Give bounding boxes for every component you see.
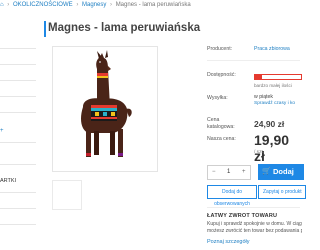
shipping-details-link[interactable]: Sprawdź czasy i ko xyxy=(254,101,295,106)
quantity-increment-button[interactable]: + xyxy=(242,169,246,175)
product-thumbnail[interactable] xyxy=(52,180,82,210)
shipping-value: w piątek xyxy=(254,94,274,100)
llama-magnet-image xyxy=(81,50,132,157)
title-accent-bar xyxy=(44,21,46,37)
our-price: 19,90 zł xyxy=(254,132,290,164)
producer-link[interactable]: Praca zbiorowa xyxy=(254,46,290,52)
returns-text: Kupuj i sprawdź spokojnie w domu. W ciąg… xyxy=(207,221,302,235)
sidebar-item-label[interactable]: ARTKI xyxy=(0,178,16,184)
breadcrumb: ⌂ › OKOLICZNOŚCIOWE › Magnesy › Magnes -… xyxy=(0,2,191,8)
availability-note: bardzo małej ilości xyxy=(254,83,292,88)
sidebar-divider xyxy=(0,142,36,143)
sidebar-divider xyxy=(0,48,36,49)
quantity-stepper: − 1 + xyxy=(207,165,251,180)
breadcrumb-separator: › xyxy=(110,2,113,8)
price-unit: / szt. xyxy=(254,150,265,155)
quantity-decrement-button[interactable]: − xyxy=(212,169,216,175)
quantity-input[interactable]: 1 xyxy=(227,169,230,175)
ask-about-product-button[interactable]: Zapytaj o produkt xyxy=(258,185,306,199)
sidebar-divider xyxy=(0,208,36,209)
producer-label: Producent: xyxy=(207,46,233,52)
breadcrumb-item-category[interactable]: OKOLICZNOŚCIOWE xyxy=(13,2,73,8)
returns-details-link[interactable]: Poznaj szczegóły xyxy=(207,239,250,245)
thumbnail-strip xyxy=(52,174,156,214)
returns-text-line1: Kupuj i sprawdź spokojnie w domu. W ciąg… xyxy=(207,221,302,227)
product-image[interactable] xyxy=(52,46,158,172)
our-price-label: Nasza cena: xyxy=(207,136,236,142)
breadcrumb-item-current: Magnes - lama peruwiańska xyxy=(115,2,191,8)
availability-label: Dostępność: xyxy=(207,72,236,78)
sidebar-divider xyxy=(0,224,36,225)
divider xyxy=(207,60,300,61)
breadcrumb-separator: › xyxy=(76,2,79,8)
returns-title: ŁATWY ZWROT TOWARU xyxy=(207,213,278,219)
add-to-watchlist-button[interactable]: Dodaj do obserwowanych xyxy=(207,185,257,207)
sidebar-divider xyxy=(0,112,36,113)
sidebar-divider xyxy=(0,96,36,97)
availability-bar-fill xyxy=(255,75,262,79)
sidebar-divider xyxy=(0,64,36,65)
sidebar-more-link[interactable]: + xyxy=(0,128,4,134)
add-to-cart-label: Dodaj xyxy=(273,167,294,176)
availability-bar xyxy=(254,74,302,80)
page-title: Magnes - lama peruwiańska xyxy=(48,22,201,34)
catalog-price-label-line2: katalogowa: xyxy=(207,124,235,130)
sidebar: + ARTKI xyxy=(0,42,36,250)
catalog-price: 24,90 zł xyxy=(254,119,285,129)
catalog-price-label-line1: Cena xyxy=(207,117,220,123)
sidebar-divider xyxy=(0,192,36,193)
add-to-cart-button[interactable]: 🛒 Dodaj xyxy=(258,164,304,180)
returns-text-line2: możesz zwrócić ten towar bez podawania p… xyxy=(207,228,302,234)
breadcrumb-item-magnets[interactable]: Magnesy xyxy=(82,2,106,8)
sidebar-divider xyxy=(0,80,36,81)
home-icon[interactable]: ⌂ xyxy=(0,2,4,8)
shipping-label: Wysyłka: xyxy=(207,95,228,101)
sidebar-divider xyxy=(0,164,36,165)
cart-icon: 🛒 xyxy=(262,168,271,175)
breadcrumb-separator: › xyxy=(7,2,10,8)
divider xyxy=(207,207,300,208)
